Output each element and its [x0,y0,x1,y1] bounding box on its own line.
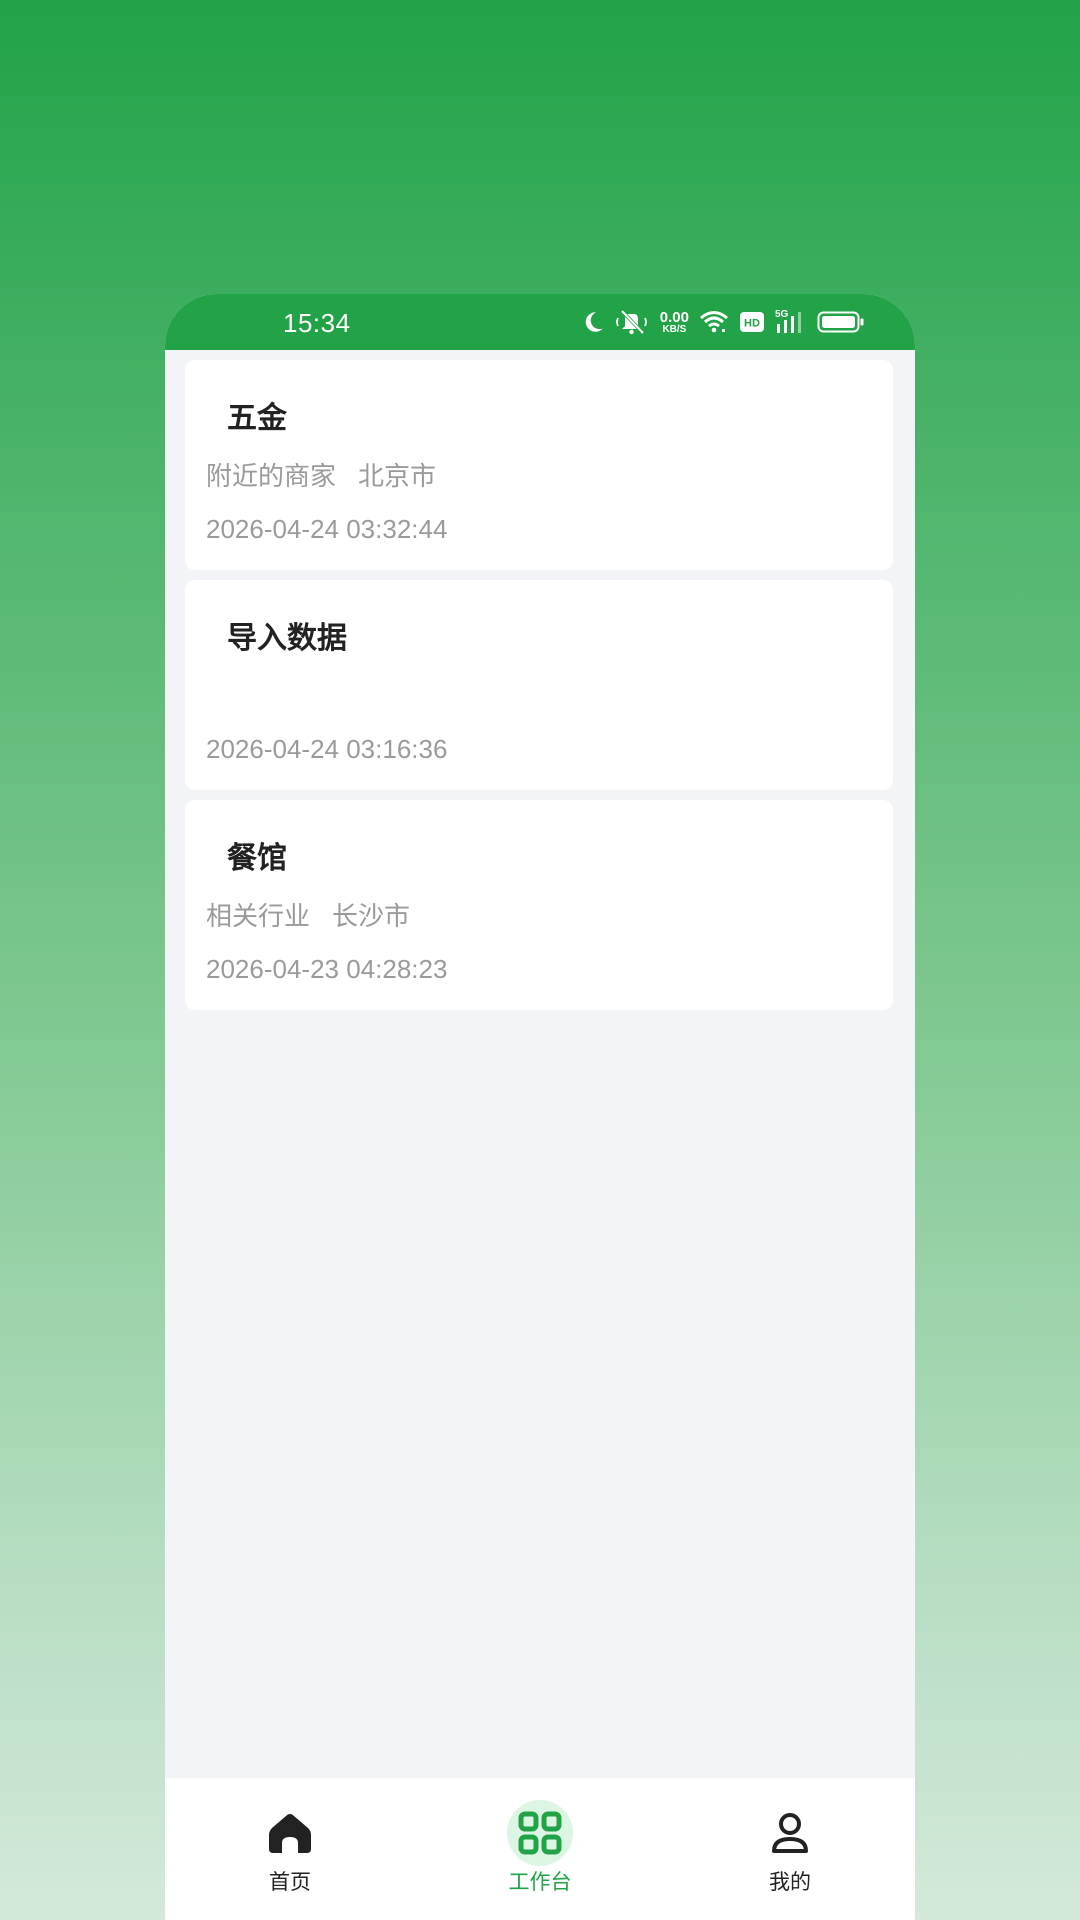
card-meta: 相关行业 长沙市 [206,896,410,933]
net-speed-unit: KB/S [662,323,687,335]
list-item[interactable]: 五金 附近的商家 北京市 2026-04-24 03:32:44 [185,360,893,570]
moon-icon [580,309,606,335]
home-icon [257,1800,323,1866]
hd-icon: HD [739,311,765,333]
net-speed-value: 0.00 [659,308,689,326]
list-item[interactable]: 餐馆 相关行业 长沙市 2026-04-23 04:28:23 [185,800,893,1010]
user-icon [757,1800,823,1866]
tab-label: 首页 [269,1870,311,1894]
status-time: 15:34 [283,308,351,338]
tab-home[interactable]: 首页 [165,1778,415,1920]
wifi-icon [699,309,729,335]
card-city: 长沙市 [332,902,411,932]
tab-label: 工作台 [508,1870,572,1894]
record-list: 五金 附近的商家 北京市 2026-04-24 03:32:44 导入数据 20… [185,360,893,1020]
list-item[interactable]: 导入数据 2026-04-24 03:16:36 [185,580,893,790]
hd-label: HD [744,318,760,330]
net-speed: 0.00 KB/S [660,310,689,335]
card-title: 导入数据 [227,621,347,656]
card-time: 2026-04-24 03:16:36 [206,734,448,764]
signal-label: 5G [775,309,789,320]
battery-icon [817,310,865,334]
tab-workbench[interactable]: 工作台 [415,1778,665,1920]
status-bar: 15:34 0.00 KB/S HD 5G [165,294,915,350]
card-city: 北京市 [358,462,437,492]
card-time: 2026-04-24 03:32:44 [206,514,448,544]
grid-icon [507,1800,573,1866]
bottom-tab-bar: 首页 工作台 我的 [165,1778,915,1920]
card-title: 餐馆 [227,841,287,876]
status-icons: 0.00 KB/S HD 5G [580,306,865,338]
card-meta: 附近的商家 北京市 [206,456,436,493]
card-category: 相关行业 [206,902,311,932]
signal-5g-icon: 5G [775,308,807,336]
card-category: 附近的商家 [206,462,337,492]
card-title: 五金 [227,401,287,436]
card-time: 2026-04-23 04:28:23 [206,954,448,984]
tab-mine[interactable]: 我的 [665,1778,915,1920]
tab-label: 我的 [769,1870,811,1894]
phone-screen: 15:34 0.00 KB/S HD 5G 五金 附近的商家 北京市 2026-… [165,294,915,1920]
mute-bell-icon [615,308,650,336]
